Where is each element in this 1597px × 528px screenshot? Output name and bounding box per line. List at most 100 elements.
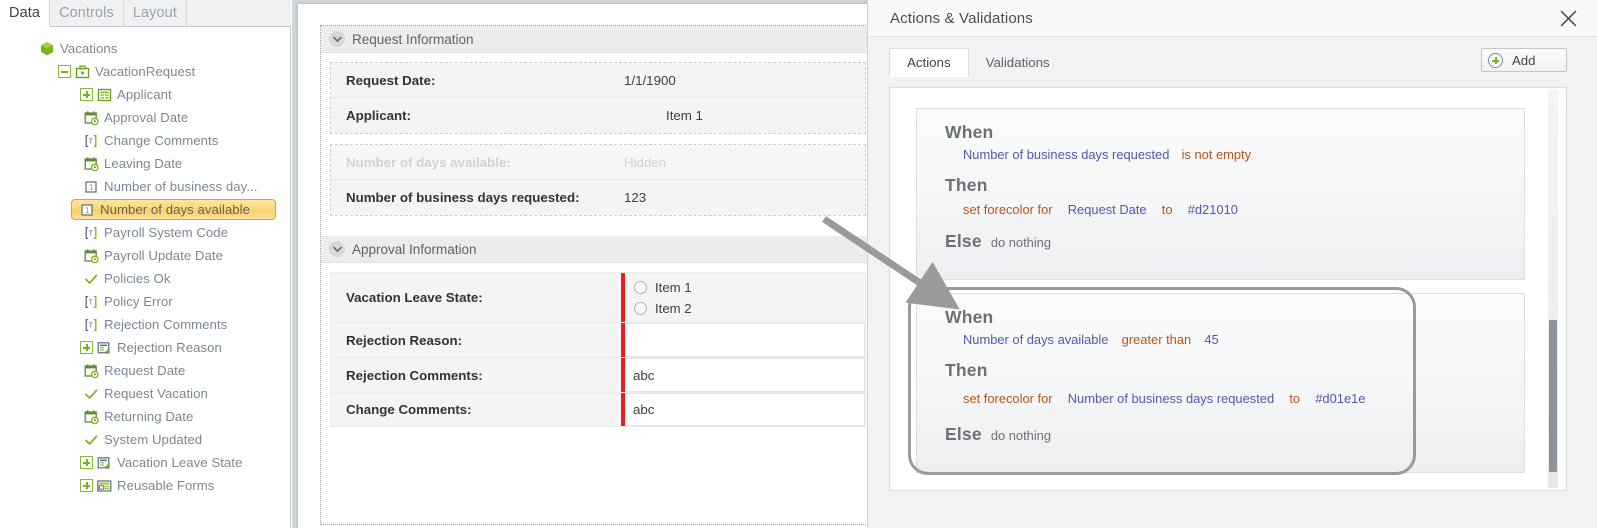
sidebar-tab-data[interactable]: Data [0,0,50,27]
field-label: Change Comments: [331,393,621,426]
when-clause[interactable]: Number of days available greater than 45 [963,332,1524,347]
tree-item[interactable]: Rejection Reason [0,336,290,359]
text-icon: T [83,294,100,310]
section-header-request-information[interactable]: Request Information [321,26,867,53]
section-request-information: Request Information Request Date: 1/1/19… [321,26,867,226]
sidebar-tab-controls[interactable]: Controls [50,0,124,26]
tree-item-label: Rejection Reason [113,340,222,355]
tree-item[interactable]: TPolicy Error [0,290,290,313]
tree-item[interactable]: Request Date [0,359,290,382]
tree-item[interactable]: Policies Ok [0,267,290,290]
tree-item[interactable]: Applicant [0,83,290,106]
field-row-change-comments[interactable]: Change Comments: abc [330,392,866,427]
radio-icon[interactable] [634,281,647,294]
rules-scrollbar-track[interactable] [1548,90,1558,488]
field-row-applicant[interactable]: Applicant: Item 1 [331,98,865,133]
tree-item[interactable]: TPayroll System Code [0,221,290,244]
tree-item[interactable]: 1Number of business day... [0,175,290,198]
then-clause[interactable]: set forecolor for Request Date to #d2101… [963,202,1524,217]
radio-option-1[interactable]: Item 1 [625,277,692,298]
field-label: Number of business days requested: [331,180,621,215]
tree-item[interactable]: Leaving Date [0,152,290,175]
then-action-token[interactable]: set forecolor for [963,202,1053,217]
when-field-token[interactable]: Number of days available [963,332,1108,347]
field-label: Rejection Reason: [331,323,621,357]
expand-icon[interactable] [80,341,93,354]
when-operator-token[interactable]: greater than [1122,332,1192,347]
briefcase-icon [74,64,91,80]
radio-group[interactable]: Item 1 Item 2 [625,273,865,322]
tree-item[interactable]: Vacations [0,37,290,60]
field-input[interactable]: abc [625,393,865,426]
field-group-2: Number of days available: Hidden Number … [330,144,866,216]
tree-item[interactable]: Payroll Update Date [0,244,290,267]
tree-item[interactable]: Vacation Leave State [0,451,290,474]
field-input[interactable] [625,323,865,357]
tree-item[interactable]: 1Number of days available [71,199,276,220]
data-tree[interactable]: VacationsVacationRequest Applicant Approva… [0,28,290,528]
expand-icon[interactable] [80,456,93,469]
field-row-business-days-requested[interactable]: Number of business days requested: 123 [331,180,865,215]
tree-item[interactable]: TChange Comments [0,129,290,152]
section-header-approval-information[interactable]: Approval Information [321,236,867,263]
field-group-1: Request Date: 1/1/1900 Applicant: Item 1 [330,62,866,134]
when-field-token[interactable]: Number of business days requested [963,147,1169,162]
expand-icon[interactable] [80,479,93,492]
expand-icon[interactable] [80,88,93,101]
when-value-token[interactable]: 45 [1204,332,1218,347]
svg-text:T: T [89,299,94,306]
keyword-then: Then [945,360,1524,381]
add-button[interactable]: Add [1481,48,1567,72]
field-row-days-available[interactable]: Number of days available: Hidden [331,145,865,180]
tree-item[interactable]: Reusable Forms [0,474,290,497]
sidebar-tabstrip-filler [187,0,291,26]
grid-icon [96,87,113,103]
then-action-token[interactable]: set forecolor for [963,391,1053,406]
radio-option-2[interactable]: Item 2 [625,298,692,319]
rules-scrollbar-thumb[interactable] [1549,320,1557,472]
chevron-down-icon[interactable] [329,241,345,257]
tab-actions[interactable]: Actions [889,48,969,77]
then-target-token[interactable]: Number of business days requested [1068,391,1274,406]
forms-icon [96,478,113,494]
sidebar-tab-layout[interactable]: Layout [124,0,187,26]
tree-item[interactable]: Approval Date [0,106,290,129]
calendar-clock-icon [83,110,100,126]
then-value-token[interactable]: #d01e1e [1315,391,1365,406]
tree-item-label: Approval Date [100,110,188,125]
rule-card[interactable]: When Number of business days requested i… [916,108,1525,280]
data-explorer-sidebar: Data Controls Layout VacationsVacationRe… [0,0,291,528]
close-icon[interactable] [1555,5,1581,31]
field-row-vacation-leave-state[interactable]: Vacation Leave State: Item 1 Item 2 [330,272,866,322]
else-text: do nothing [991,428,1051,443]
tree-item[interactable]: VacationRequest [0,60,290,83]
field-row-rejection-comments[interactable]: Rejection Comments: abc [330,357,866,392]
tree-item[interactable]: System Updated [0,428,290,451]
collapse-icon[interactable] [58,65,71,78]
tree-item-label: Payroll System Code [100,225,228,240]
else-clause[interactable]: Else do nothing [945,231,1524,252]
field-row-rejection-reason[interactable]: Rejection Reason: [330,322,866,357]
tree-item[interactable]: Request Vacation [0,382,290,405]
rules-list[interactable]: When Number of business days requested i… [889,87,1567,491]
when-clause[interactable]: Number of business days requested is not… [963,147,1524,162]
then-target-token[interactable]: Request Date [1068,202,1147,217]
tree-item[interactable]: TRejection Comments [0,313,290,336]
text-icon: T [83,133,100,149]
then-clause[interactable]: set forecolor for Number of business day… [963,391,1524,406]
when-operator-token[interactable]: is not empty [1182,147,1252,162]
chevron-down-icon[interactable] [329,31,345,47]
else-clause[interactable]: Else do nothing [945,424,1524,445]
then-value-token[interactable]: #d21010 [1188,202,1238,217]
rule-card-selected[interactable]: When Number of days available greater th… [916,293,1525,473]
radio-label: Item 2 [655,301,692,316]
tree-item-label: Applicant [113,87,172,102]
tree-item[interactable]: Returning Date [0,405,290,428]
tree-item-label: Reusable Forms [113,478,214,493]
radio-icon[interactable] [634,302,647,315]
field-input[interactable]: abc [625,358,865,392]
tab-validations[interactable]: Validations [969,48,1067,76]
tree-item-label: Returning Date [100,409,193,424]
sidebar-tabstrip: Data Controls Layout [0,0,291,27]
field-row-request-date[interactable]: Request Date: 1/1/1900 [331,63,865,98]
